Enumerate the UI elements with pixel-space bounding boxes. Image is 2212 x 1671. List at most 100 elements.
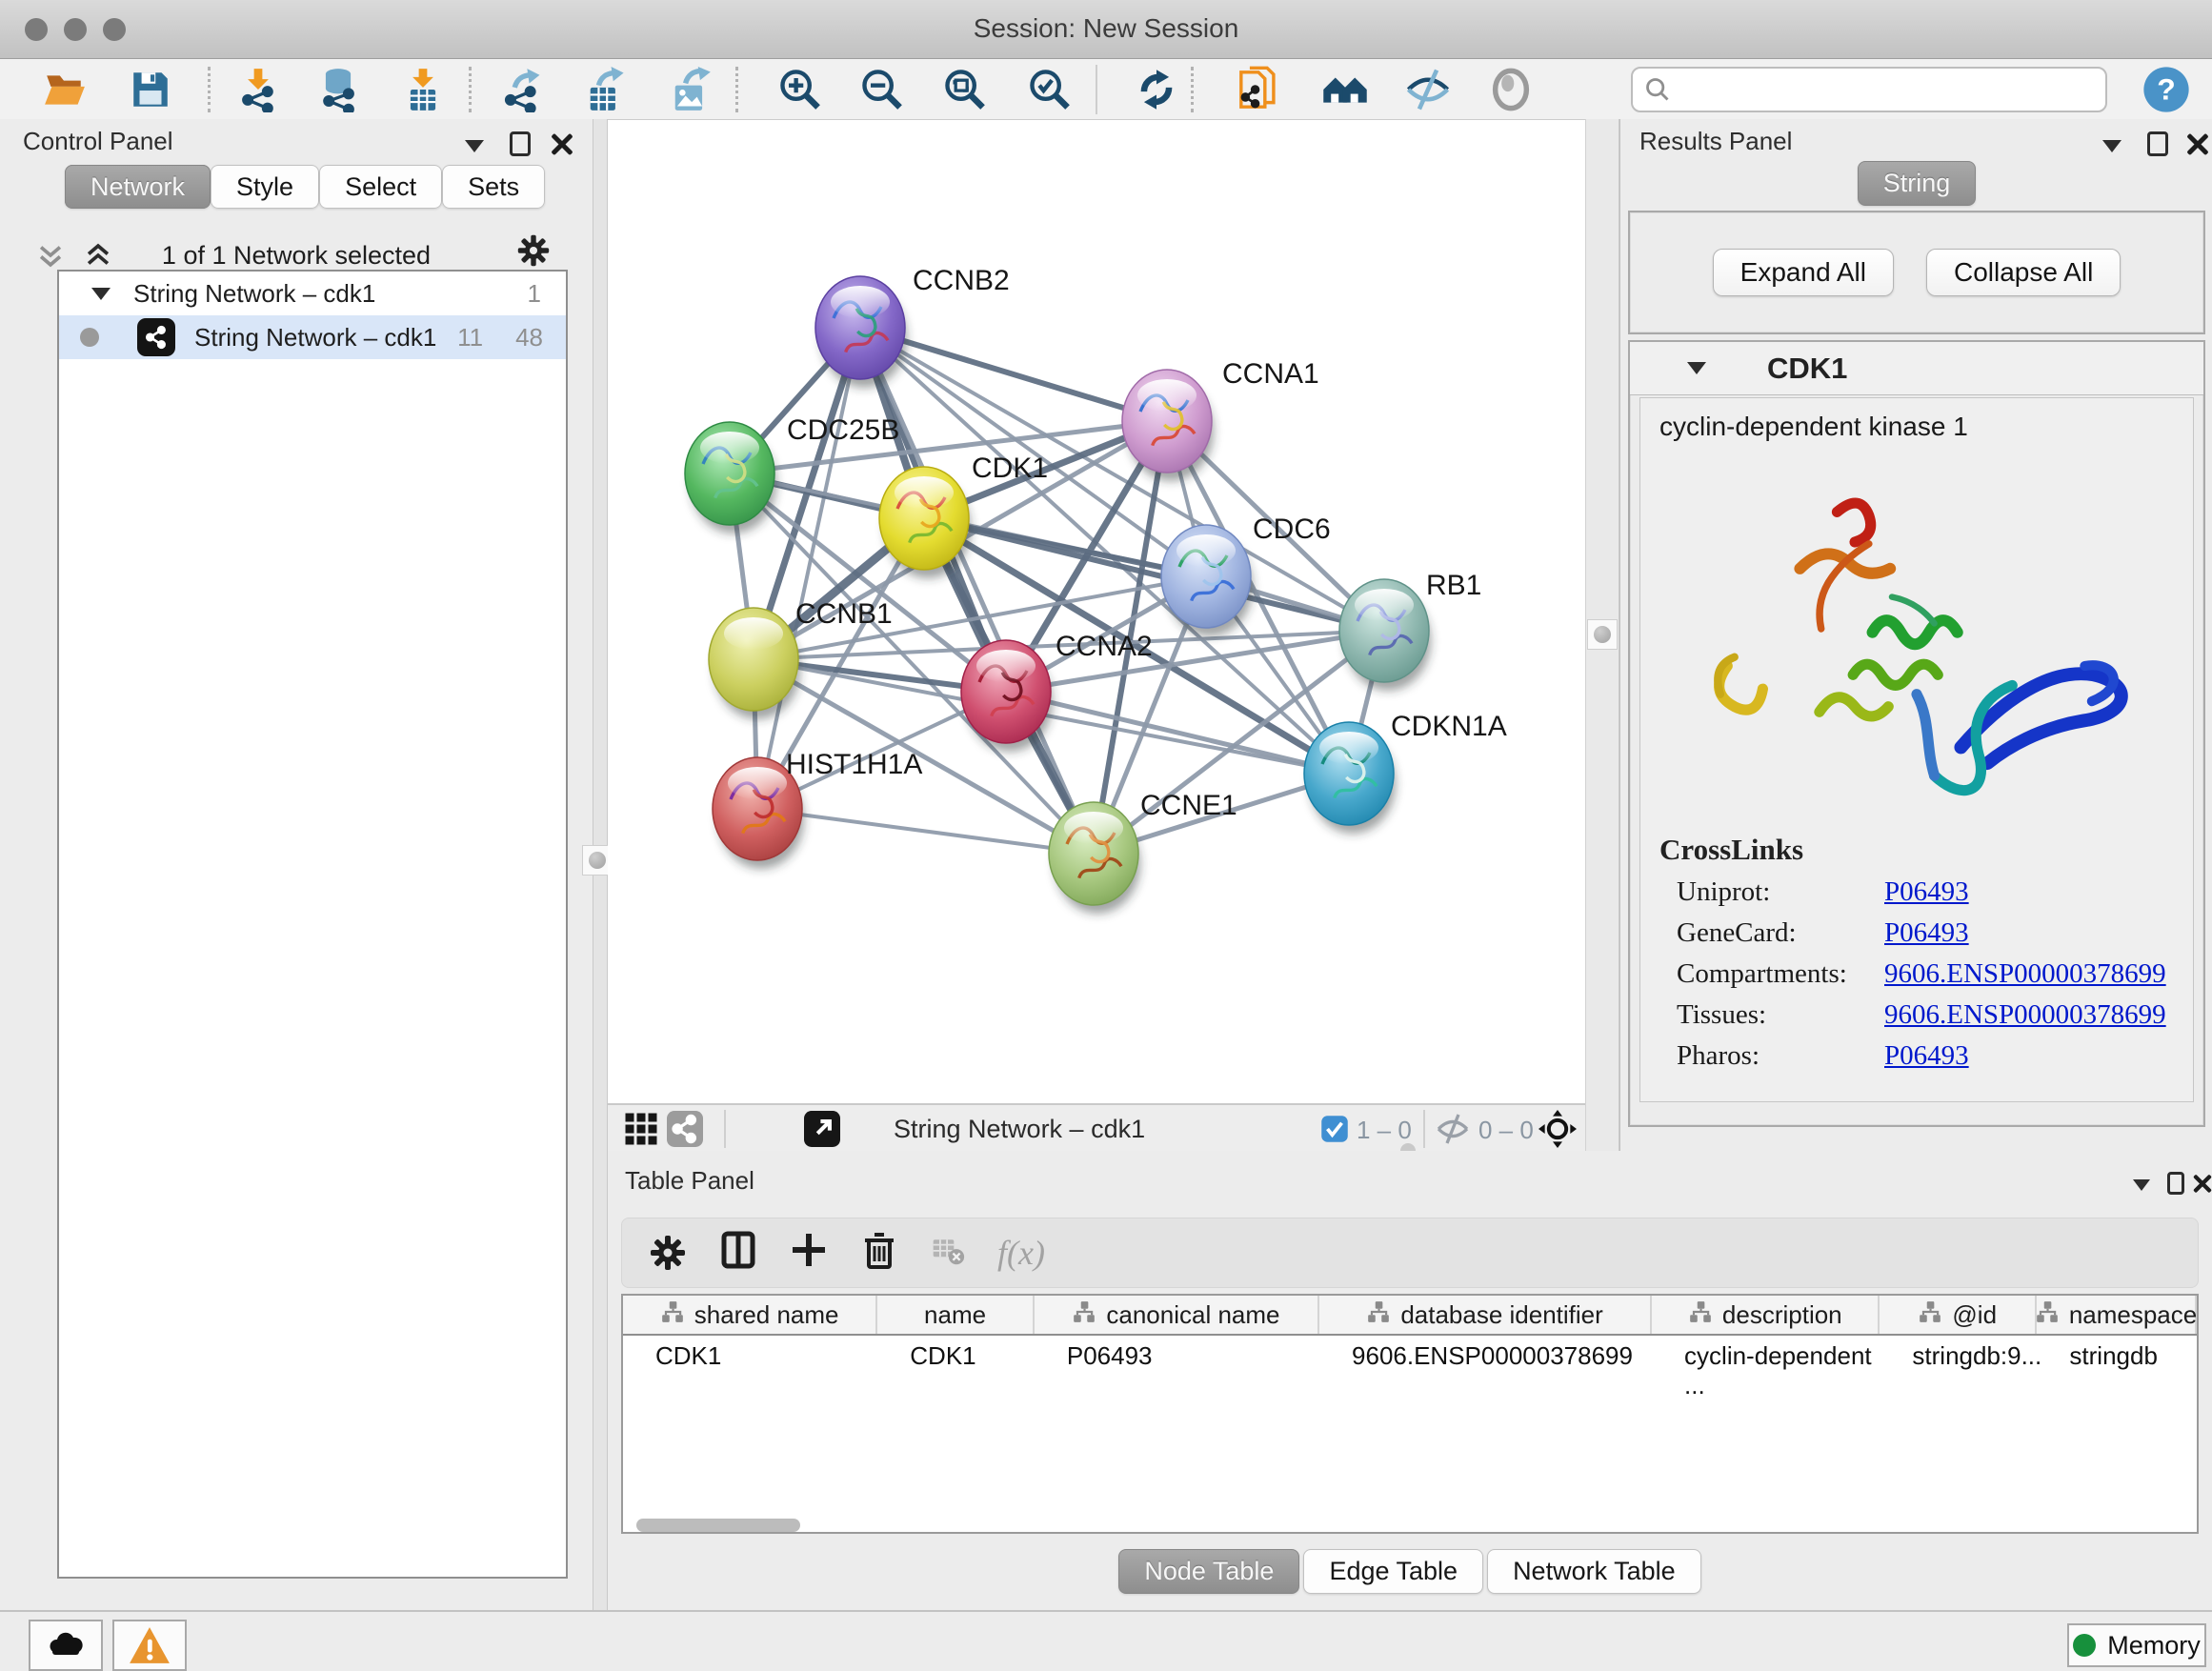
export-table-button[interactable] [576,62,633,117]
import-network-file-button[interactable] [230,62,287,117]
svg-text:?: ? [2157,72,2175,107]
network-list-button[interactable] [665,1111,705,1147]
column-header-database-identifier[interactable]: database identifier [1319,1296,1652,1334]
warning-status-button[interactable] [112,1620,187,1671]
crosslink-link[interactable]: P06493 [1884,1040,1969,1072]
column-header-shared-name[interactable]: shared name [623,1296,877,1334]
right-splitter[interactable] [1585,119,1619,1151]
network-collection-row[interactable]: String Network – cdk1 1 [59,272,566,315]
collapse-all-button[interactable]: Collapse All [1926,249,2121,296]
node-CCNB2[interactable]: CCNB2 [815,265,1010,388]
string-home-button[interactable] [1317,62,1374,117]
shared-column-icon [2035,1299,2060,1331]
column-header-namespace[interactable]: namespace [2037,1296,2197,1334]
tab-network[interactable]: Network [65,165,211,209]
close-panel-icon[interactable] [545,127,579,161]
float-panel-icon[interactable] [457,129,492,163]
show-hide-glass-button[interactable] [1399,62,1457,117]
import-string-button[interactable] [1230,62,1287,117]
crosslink-link[interactable]: 9606.ENSP00000378699 [1884,958,2166,990]
table-horizontal-scrollbar[interactable] [636,1519,800,1532]
collection-count: 1 [528,279,541,309]
create-column-icon[interactable] [790,1231,828,1276]
collection-expand-icon[interactable] [91,288,111,300]
lens-button[interactable] [1482,62,1539,117]
node-label-HIST1H1A: HIST1H1A [786,749,922,780]
tab-network-table[interactable]: Network Table [1487,1549,1701,1594]
import-table-file-button[interactable] [394,62,452,117]
hidden-eye-icon[interactable] [1433,1111,1473,1147]
node-CCNA1[interactable]: CCNA1 [1122,358,1319,481]
crosslink-link[interactable]: 9606.ENSP00000378699 [1884,999,2166,1031]
column-header-name[interactable]: name [877,1296,1035,1334]
maximize-panel-icon[interactable] [2141,127,2175,161]
show-columns-icon[interactable] [719,1231,757,1276]
crosslink-link[interactable]: P06493 [1884,917,1969,949]
section-collapse-icon[interactable] [1687,362,1706,374]
zoom-out-button[interactable] [854,62,911,117]
left-splitter[interactable] [593,119,608,1610]
float-panel-icon[interactable] [2124,1168,2159,1202]
function-builder-icon[interactable]: f(x) [997,1233,1045,1273]
delete-table-icon[interactable] [931,1233,965,1274]
node-RB1[interactable]: RB1 [1339,570,1481,691]
column-header-description[interactable]: description [1652,1296,1880,1334]
column-header-label: description [1722,1300,1842,1330]
search-input[interactable] [1680,75,2094,105]
memory-button[interactable]: Memory [2067,1623,2206,1667]
export-image-button[interactable] [661,62,718,117]
column-header-canonical-name[interactable]: canonical name [1035,1296,1319,1334]
tab-select[interactable]: Select [319,165,442,209]
network-label: String Network – cdk1 [194,323,436,352]
node-CDKN1A[interactable]: CDKN1A [1304,711,1507,834]
node-label-CCNA2: CCNA2 [1056,631,1153,662]
crosslink-link[interactable]: P06493 [1884,876,1969,908]
selected-checkbox[interactable] [1315,1111,1355,1147]
grid-view-button[interactable] [621,1111,661,1147]
table-options-gear-icon[interactable] [649,1234,687,1272]
help-button[interactable]: ? [2138,62,2195,117]
collection-label: String Network – cdk1 [133,279,375,309]
right-splitter-handle[interactable] [1587,619,1618,650]
table-row[interactable]: CDK1CDK1P064939606.ENSP00000378699cyclin… [623,1336,2197,1378]
table-cell: stringdb:9... [1880,1336,2037,1378]
node-HIST1H1A[interactable]: HIST1H1A [713,749,922,869]
close-panel-icon[interactable] [2181,127,2212,161]
birds-eye-toggle-button[interactable] [1538,1111,1578,1147]
float-panel-icon[interactable] [2095,129,2129,163]
table-cell: CDK1 [623,1336,877,1378]
tab-string[interactable]: String [1858,161,1977,206]
node-CDC25B[interactable]: CDC25B [685,414,899,534]
network-canvas-svg[interactable]: CCNB2CCNA1CDC25BCDK1CDC6RB1CCNB1CCNA2CDK… [608,120,1585,1103]
tab-style[interactable]: Style [211,165,319,209]
save-session-button[interactable] [122,62,179,117]
zoom-fit-button[interactable] [936,62,994,117]
node-CDC6[interactable]: CDC6 [1161,513,1331,636]
network-view[interactable]: CCNB2CCNA1CDC25BCDK1CDC6RB1CCNB1CCNA2CDK… [608,119,1585,1103]
expand-all-button[interactable]: Expand All [1713,249,1894,296]
memory-status-dot [2073,1634,2096,1657]
refresh-button[interactable] [1128,62,1185,117]
zoom-selected-button[interactable] [1021,62,1078,117]
tab-edge-table[interactable]: Edge Table [1303,1549,1483,1594]
network-options-gear-icon[interactable] [516,233,551,268]
gene-description: cyclin-dependent kinase 1 [1659,412,2174,442]
table-header-row: shared namenamecanonical namedatabase id… [623,1296,2197,1336]
control-panel-title: Control Panel [23,127,173,156]
maximize-panel-icon[interactable] [503,127,537,161]
node-CCNE1[interactable]: CCNE1 [1049,790,1237,914]
open-session-button[interactable] [36,62,93,117]
close-panel-icon[interactable] [2185,1166,2212,1200]
delete-column-icon[interactable] [860,1231,898,1276]
tab-node-table[interactable]: Node Table [1118,1549,1299,1594]
zoom-in-button[interactable] [772,62,829,117]
cloud-status-button[interactable] [29,1620,103,1671]
export-network-button[interactable] [494,62,552,117]
save-icon [129,68,172,111]
tab-sets[interactable]: Sets [442,165,545,209]
open-in-window-button[interactable] [802,1111,842,1147]
import-network-database-button[interactable] [310,62,367,117]
node-label-CCNB2: CCNB2 [913,265,1010,296]
column-header--id[interactable]: @id [1880,1296,2037,1334]
network-row[interactable]: String Network – cdk1 11 48 [59,315,566,359]
